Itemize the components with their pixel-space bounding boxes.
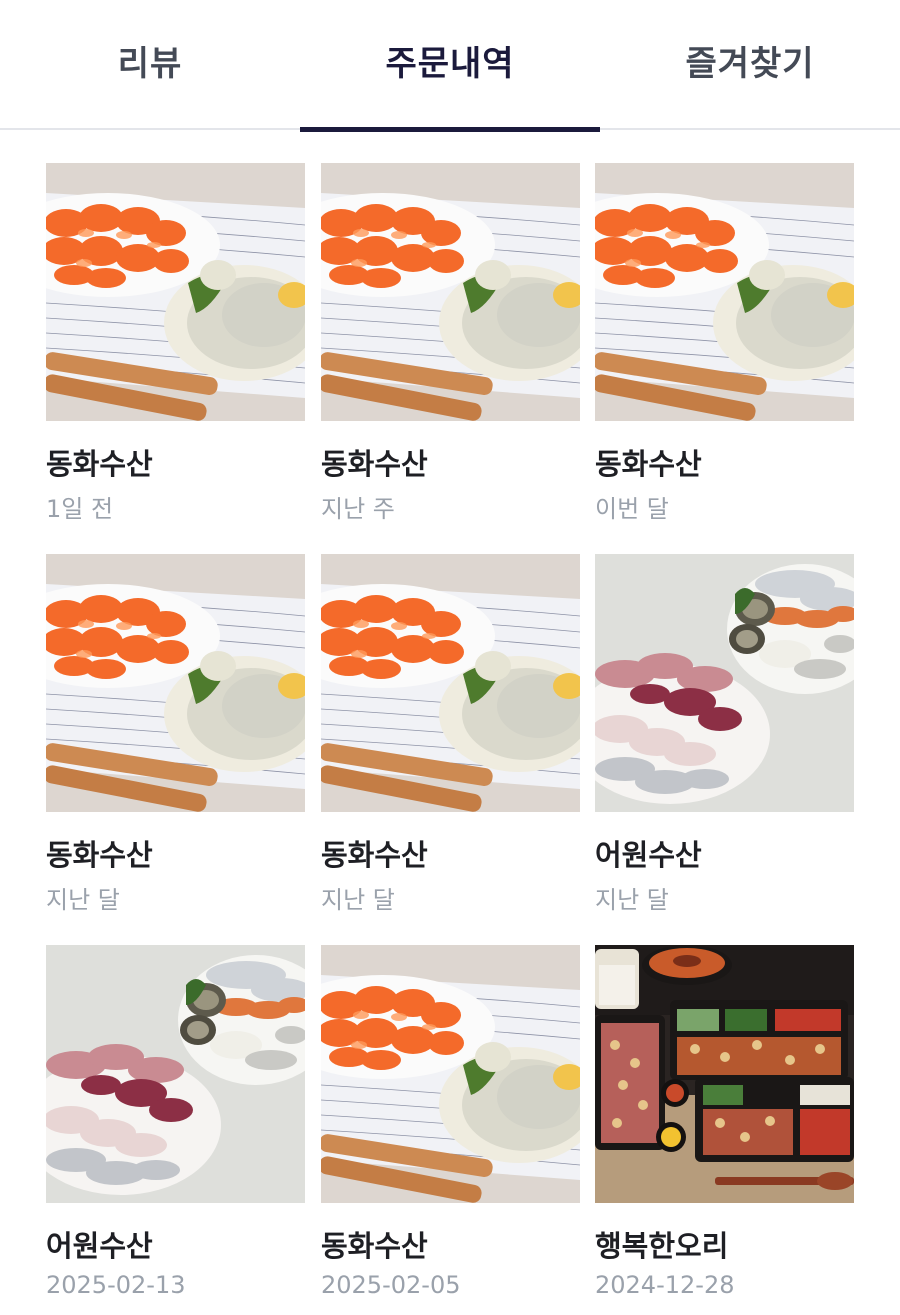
order-date: 2025-02-13 — [46, 1271, 186, 1299]
order-card[interactable]: 어원수산지난 달 — [595, 554, 854, 924]
salmon-flatfish-platter-image — [321, 554, 580, 812]
tab-label: 리뷰 — [117, 44, 183, 84]
store-name: 동화수산 — [321, 447, 428, 481]
order-card[interactable]: 어원수산 2025-02-13 — [46, 945, 305, 1315]
order-date: 지난 달 — [595, 886, 669, 914]
store-name: 동화수산 — [321, 838, 428, 872]
store-name: 행복한오리 — [595, 1229, 729, 1263]
tab-order-history[interactable]: 주문내역 — [300, 0, 600, 132]
order-card[interactable]: 동화수산이번 달 — [595, 163, 854, 533]
order-date: 1일 전 — [46, 495, 114, 523]
tab-reviews[interactable]: 리뷰 — [0, 0, 300, 130]
order-date: 2024-12-28 — [595, 1271, 735, 1299]
store-name: 동화수산 — [46, 447, 153, 481]
assorted-sashimi-abalone-image — [46, 945, 305, 1203]
order-date: 지난 달 — [321, 886, 395, 914]
order-date: 2025-02-05 — [321, 1271, 461, 1299]
order-card[interactable]: 동화수산 1일 전 — [46, 163, 305, 533]
order-card[interactable]: 동화수산지난 달 — [46, 554, 305, 924]
salmon-flatfish-platter-image — [595, 163, 854, 421]
order-card[interactable]: 동화수산 2025-02-05 — [321, 945, 580, 1315]
store-name: 어원수산 — [46, 1229, 153, 1263]
salmon-flatfish-platter-image — [46, 554, 305, 812]
tab-bar: 리뷰 주문내역 즐겨찾기 — [0, 0, 900, 132]
order-date: 이번 달 — [595, 495, 669, 523]
order-card[interactable]: 동화수산지난 주 — [321, 163, 580, 533]
order-card[interactable]: 행복한오리 2024-12-28 — [595, 945, 854, 1315]
tab-label: 즐겨찾기 — [685, 44, 815, 84]
order-date: 지난 주 — [321, 495, 395, 523]
store-name: 동화수산 — [321, 1229, 428, 1263]
tab-label: 주문내역 — [385, 44, 515, 84]
salmon-flatfish-platter-image — [321, 163, 580, 421]
tab-favorites[interactable]: 즐겨찾기 — [600, 0, 900, 130]
duck-meal-set-image — [595, 945, 854, 1203]
active-tab-indicator — [300, 127, 600, 132]
salmon-flatfish-platter-image — [321, 945, 580, 1203]
salmon-flatfish-platter-image — [46, 163, 305, 421]
assorted-sashimi-abalone-image — [595, 554, 854, 812]
order-date: 지난 달 — [46, 886, 120, 914]
store-name: 동화수산 — [46, 838, 153, 872]
order-card[interactable]: 동화수산지난 달 — [321, 554, 580, 924]
store-name: 동화수산 — [595, 447, 702, 481]
store-name: 어원수산 — [595, 838, 702, 872]
